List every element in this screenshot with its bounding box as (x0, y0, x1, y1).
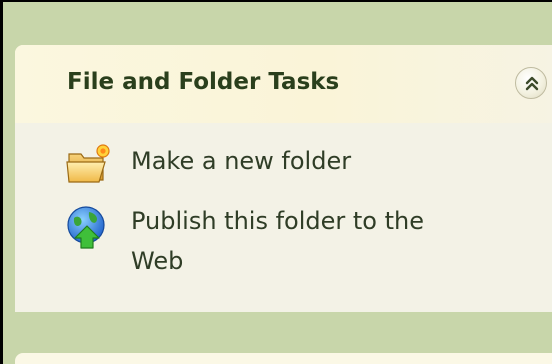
task-label-publish-line2: Web (131, 247, 184, 275)
task-label-publish-line1: Publish this folder to the (131, 207, 425, 235)
chevron-double-up-icon (525, 76, 539, 91)
panel-separator (3, 313, 552, 353)
collapse-button[interactable] (515, 67, 547, 99)
new-folder-icon (66, 144, 110, 183)
panel-title: File and Folder Tasks (67, 69, 340, 95)
task-label-make-new-folder: Make a new folder (131, 147, 352, 175)
publish-web-icon (67, 206, 105, 249)
next-panel-edge (15, 353, 552, 364)
window-frame: File and Folder Tasks Make a new folder … (0, 0, 552, 364)
panel-header[interactable]: File and Folder Tasks (15, 45, 552, 123)
